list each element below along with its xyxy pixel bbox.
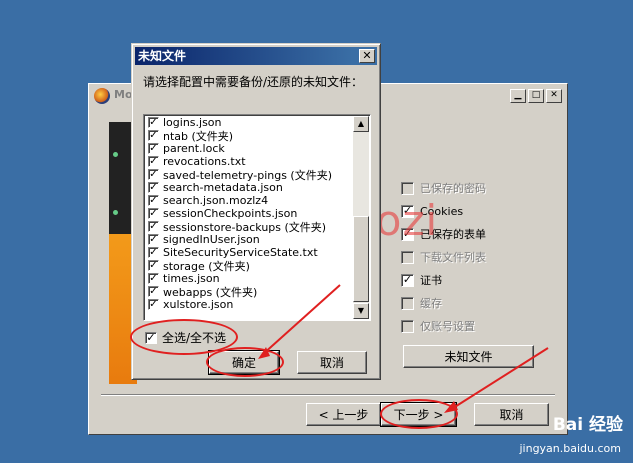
- baidu-logo: Bai 经验: [552, 415, 623, 435]
- annotation-arrow-ok: [261, 284, 341, 356]
- annotation-arrow-next: [449, 347, 549, 411]
- site-url: jingyan.baidu.com: [519, 442, 621, 455]
- annotation-arrows: [258, 284, 549, 413]
